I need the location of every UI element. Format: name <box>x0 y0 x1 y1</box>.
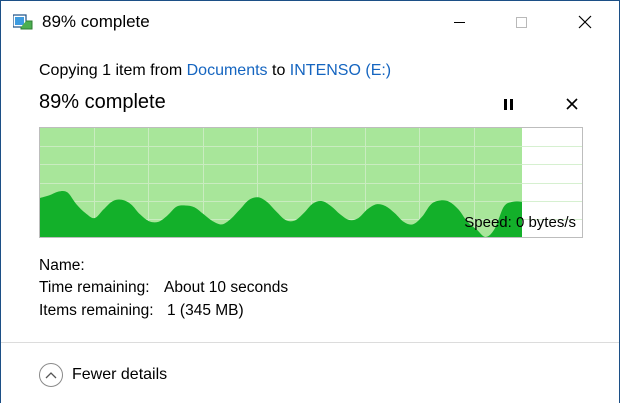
time-remaining-label: Time remaining: <box>39 279 150 296</box>
time-remaining-row: Time remaining: About 10 seconds <box>39 279 288 297</box>
pause-button[interactable] <box>497 93 519 115</box>
speed-label: Speed: 0 bytes/s <box>464 214 576 231</box>
minimize-icon <box>453 21 465 23</box>
cancel-button[interactable] <box>561 93 583 115</box>
progress-title: 89% complete <box>39 91 166 113</box>
to-word: to <box>272 62 286 79</box>
close-button[interactable] <box>562 1 608 43</box>
pause-icon <box>502 98 514 110</box>
cancel-icon <box>566 98 578 110</box>
copy-prefix: Copying 1 item from <box>39 62 183 79</box>
name-label: Name: <box>39 257 85 274</box>
items-remaining-label: Items remaining: <box>39 302 154 319</box>
maximize-icon <box>515 16 527 28</box>
transfer-speed-graph: Speed: 0 bytes/s <box>39 127 583 238</box>
close-icon <box>578 15 592 29</box>
items-remaining-row: Items remaining: 1 (345 MB) <box>39 302 244 320</box>
source-link[interactable]: Documents <box>187 62 268 79</box>
copy-dialog-window: 89% complete Copying 1 item from Documen… <box>0 0 620 403</box>
fewer-details-label: Fewer details <box>72 366 168 383</box>
name-row: Name: <box>39 257 85 275</box>
minimize-button[interactable] <box>436 1 482 43</box>
time-remaining-value: About 10 seconds <box>164 279 289 296</box>
items-remaining-value: 1 (345 MB) <box>167 302 244 319</box>
copy-description: Copying 1 item from Documents to INTENSO… <box>39 62 391 80</box>
fewer-details-button[interactable]: Fewer details <box>39 363 167 387</box>
title-bar[interactable]: 89% complete <box>1 1 619 43</box>
window-title: 89% complete <box>42 12 150 31</box>
chevron-up-icon <box>39 363 63 387</box>
maximize-button[interactable] <box>498 1 544 43</box>
footer: Fewer details <box>1 342 619 403</box>
file-transfer-icon <box>13 14 33 30</box>
destination-link[interactable]: INTENSO (E:) <box>290 62 391 79</box>
